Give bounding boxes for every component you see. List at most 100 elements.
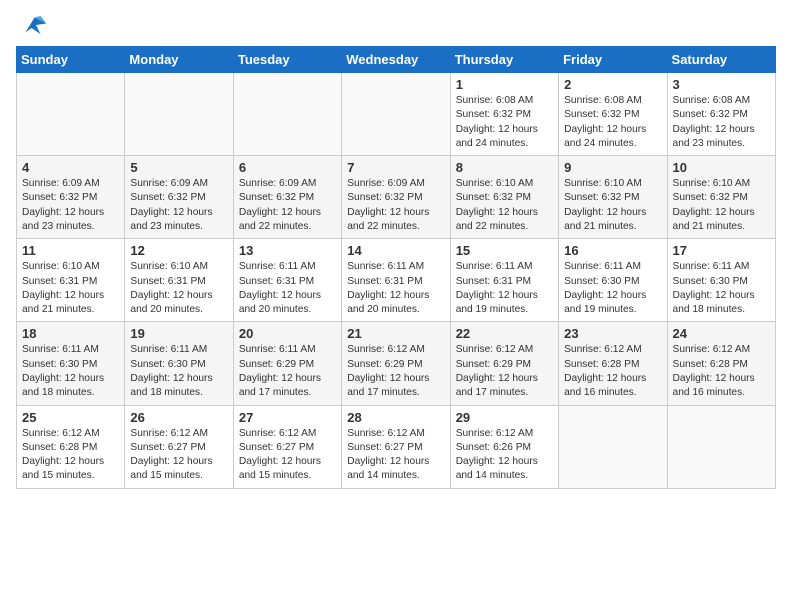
day-info: Sunrise: 6:10 AM Sunset: 6:32 PM Dayligh…	[564, 177, 661, 234]
page: SundayMondayTuesdayWednesdayThursdayFrid…	[0, 0, 792, 499]
day-cell: 22 Sunrise: 6:12 AM Sunset: 6:29 PM Dayli…	[450, 322, 558, 405]
day-number: 2	[564, 77, 661, 92]
day-cell: 12 Sunrise: 6:10 AM Sunset: 6:31 PM Dayli…	[125, 239, 233, 322]
day-info: Sunrise: 6:11 AM Sunset: 6:30 PM Dayligh…	[564, 260, 661, 317]
week-row-5: 25 Sunrise: 6:12 AM Sunset: 6:28 PM Dayli…	[17, 405, 776, 488]
day-number: 16	[564, 243, 661, 258]
day-info: Sunrise: 6:12 AM Sunset: 6:27 PM Dayligh…	[239, 427, 336, 484]
day-info: Sunrise: 6:12 AM Sunset: 6:28 PM Dayligh…	[22, 427, 119, 484]
day-info: Sunrise: 6:12 AM Sunset: 6:27 PM Dayligh…	[347, 427, 444, 484]
day-info: Sunrise: 6:10 AM Sunset: 6:32 PM Dayligh…	[673, 177, 770, 234]
day-cell	[667, 405, 775, 488]
col-header-saturday: Saturday	[667, 47, 775, 73]
week-row-2: 4 Sunrise: 6:09 AM Sunset: 6:32 PM Daylig…	[17, 156, 776, 239]
day-info: Sunrise: 6:10 AM Sunset: 6:32 PM Dayligh…	[456, 177, 553, 234]
day-cell: 17Sunrise: 6:11 AM Sunset: 6:30 PM Dayli…	[667, 239, 775, 322]
day-info: Sunrise: 6:11 AM Sunset: 6:31 PM Dayligh…	[347, 260, 444, 317]
day-number: 3	[673, 77, 770, 92]
day-cell: 19Sunrise: 6:11 AM Sunset: 6:30 PM Dayli…	[125, 322, 233, 405]
day-cell: 4 Sunrise: 6:09 AM Sunset: 6:32 PM Daylig…	[17, 156, 125, 239]
week-row-1: 1 Sunrise: 6:08 AM Sunset: 6:32 PM Daylig…	[17, 73, 776, 156]
day-number: 8	[456, 160, 553, 175]
day-number: 6	[239, 160, 336, 175]
day-info: Sunrise: 6:09 AM Sunset: 6:32 PM Dayligh…	[130, 177, 227, 234]
day-cell: 24 Sunrise: 6:12 AM Sunset: 6:28 PM Dayli…	[667, 322, 775, 405]
day-number: 26	[130, 410, 227, 425]
logo-bird-icon	[18, 10, 48, 40]
col-header-sunday: Sunday	[17, 47, 125, 73]
day-number: 24	[673, 326, 770, 341]
day-number: 13	[239, 243, 336, 258]
day-number: 22	[456, 326, 553, 341]
calendar-table: SundayMondayTuesdayWednesdayThursdayFrid…	[16, 46, 776, 489]
day-number: 1	[456, 77, 553, 92]
week-row-3: 11 Sunrise: 6:10 AM Sunset: 6:31 PM Dayli…	[17, 239, 776, 322]
day-info: Sunrise: 6:11 AM Sunset: 6:30 PM Dayligh…	[22, 343, 119, 400]
day-cell: 16 Sunrise: 6:11 AM Sunset: 6:30 PM Dayli…	[559, 239, 667, 322]
day-cell: 15 Sunrise: 6:11 AM Sunset: 6:31 PM Dayli…	[450, 239, 558, 322]
day-cell: 20 Sunrise: 6:11 AM Sunset: 6:29 PM Dayli…	[233, 322, 341, 405]
day-cell: 5 Sunrise: 6:09 AM Sunset: 6:32 PM Daylig…	[125, 156, 233, 239]
day-info: Sunrise: 6:12 AM Sunset: 6:29 PM Dayligh…	[456, 343, 553, 400]
day-number: 18	[22, 326, 119, 341]
day-number: 27	[239, 410, 336, 425]
header	[16, 10, 776, 40]
day-number: 11	[22, 243, 119, 258]
day-cell: 6 Sunrise: 6:09 AM Sunset: 6:32 PM Daylig…	[233, 156, 341, 239]
day-cell: 8 Sunrise: 6:10 AM Sunset: 6:32 PM Daylig…	[450, 156, 558, 239]
day-number: 7	[347, 160, 444, 175]
day-cell: 26 Sunrise: 6:12 AM Sunset: 6:27 PM Dayli…	[125, 405, 233, 488]
day-cell: 13 Sunrise: 6:11 AM Sunset: 6:31 PM Dayli…	[233, 239, 341, 322]
day-number: 25	[22, 410, 119, 425]
day-cell: 9 Sunrise: 6:10 AM Sunset: 6:32 PM Daylig…	[559, 156, 667, 239]
day-cell: 3 Sunrise: 6:08 AM Sunset: 6:32 PM Daylig…	[667, 73, 775, 156]
day-info: Sunrise: 6:09 AM Sunset: 6:32 PM Dayligh…	[22, 177, 119, 234]
day-info: Sunrise: 6:12 AM Sunset: 6:29 PM Dayligh…	[347, 343, 444, 400]
day-info: Sunrise: 6:11 AM Sunset: 6:31 PM Dayligh…	[239, 260, 336, 317]
day-info: Sunrise: 6:12 AM Sunset: 6:28 PM Dayligh…	[564, 343, 661, 400]
day-number: 4	[22, 160, 119, 175]
day-number: 5	[130, 160, 227, 175]
day-cell: 1 Sunrise: 6:08 AM Sunset: 6:32 PM Daylig…	[450, 73, 558, 156]
day-cell: 14 Sunrise: 6:11 AM Sunset: 6:31 PM Dayli…	[342, 239, 450, 322]
day-cell	[233, 73, 341, 156]
day-cell: 21 Sunrise: 6:12 AM Sunset: 6:29 PM Dayli…	[342, 322, 450, 405]
col-header-wednesday: Wednesday	[342, 47, 450, 73]
day-info: Sunrise: 6:08 AM Sunset: 6:32 PM Dayligh…	[564, 94, 661, 151]
day-info: Sunrise: 6:12 AM Sunset: 6:26 PM Dayligh…	[456, 427, 553, 484]
day-number: 15	[456, 243, 553, 258]
day-cell: 18 Sunrise: 6:11 AM Sunset: 6:30 PM Dayli…	[17, 322, 125, 405]
day-number: 29	[456, 410, 553, 425]
day-cell: 11 Sunrise: 6:10 AM Sunset: 6:31 PM Dayli…	[17, 239, 125, 322]
day-cell	[342, 73, 450, 156]
day-info: Sunrise: 6:08 AM Sunset: 6:32 PM Dayligh…	[456, 94, 553, 151]
day-info: Sunrise: 6:10 AM Sunset: 6:31 PM Dayligh…	[22, 260, 119, 317]
day-info: Sunrise: 6:12 AM Sunset: 6:27 PM Dayligh…	[130, 427, 227, 484]
day-info: Sunrise: 6:10 AM Sunset: 6:31 PM Dayligh…	[130, 260, 227, 317]
day-number: 12	[130, 243, 227, 258]
day-info: Sunrise: 6:12 AM Sunset: 6:28 PM Dayligh…	[673, 343, 770, 400]
col-header-tuesday: Tuesday	[233, 47, 341, 73]
day-info: Sunrise: 6:11 AM Sunset: 6:29 PM Dayligh…	[239, 343, 336, 400]
day-cell	[125, 73, 233, 156]
col-header-thursday: Thursday	[450, 47, 558, 73]
day-number: 10	[673, 160, 770, 175]
day-cell: 29 Sunrise: 6:12 AM Sunset: 6:26 PM Dayli…	[450, 405, 558, 488]
day-info: Sunrise: 6:11 AM Sunset: 6:30 PM Dayligh…	[130, 343, 227, 400]
day-info: Sunrise: 6:09 AM Sunset: 6:32 PM Dayligh…	[239, 177, 336, 234]
header-row: SundayMondayTuesdayWednesdayThursdayFrid…	[17, 47, 776, 73]
day-number: 28	[347, 410, 444, 425]
col-header-monday: Monday	[125, 47, 233, 73]
day-info: Sunrise: 6:08 AM Sunset: 6:32 PM Dayligh…	[673, 94, 770, 151]
day-number: 9	[564, 160, 661, 175]
day-number: 14	[347, 243, 444, 258]
day-number: 20	[239, 326, 336, 341]
day-info: Sunrise: 6:11 AM Sunset: 6:30 PM Dayligh…	[673, 260, 770, 317]
day-cell: 10 Sunrise: 6:10 AM Sunset: 6:32 PM Dayli…	[667, 156, 775, 239]
day-number: 21	[347, 326, 444, 341]
day-cell	[559, 405, 667, 488]
day-cell	[17, 73, 125, 156]
logo	[16, 14, 48, 40]
day-info: Sunrise: 6:09 AM Sunset: 6:32 PM Dayligh…	[347, 177, 444, 234]
day-info: Sunrise: 6:11 AM Sunset: 6:31 PM Dayligh…	[456, 260, 553, 317]
